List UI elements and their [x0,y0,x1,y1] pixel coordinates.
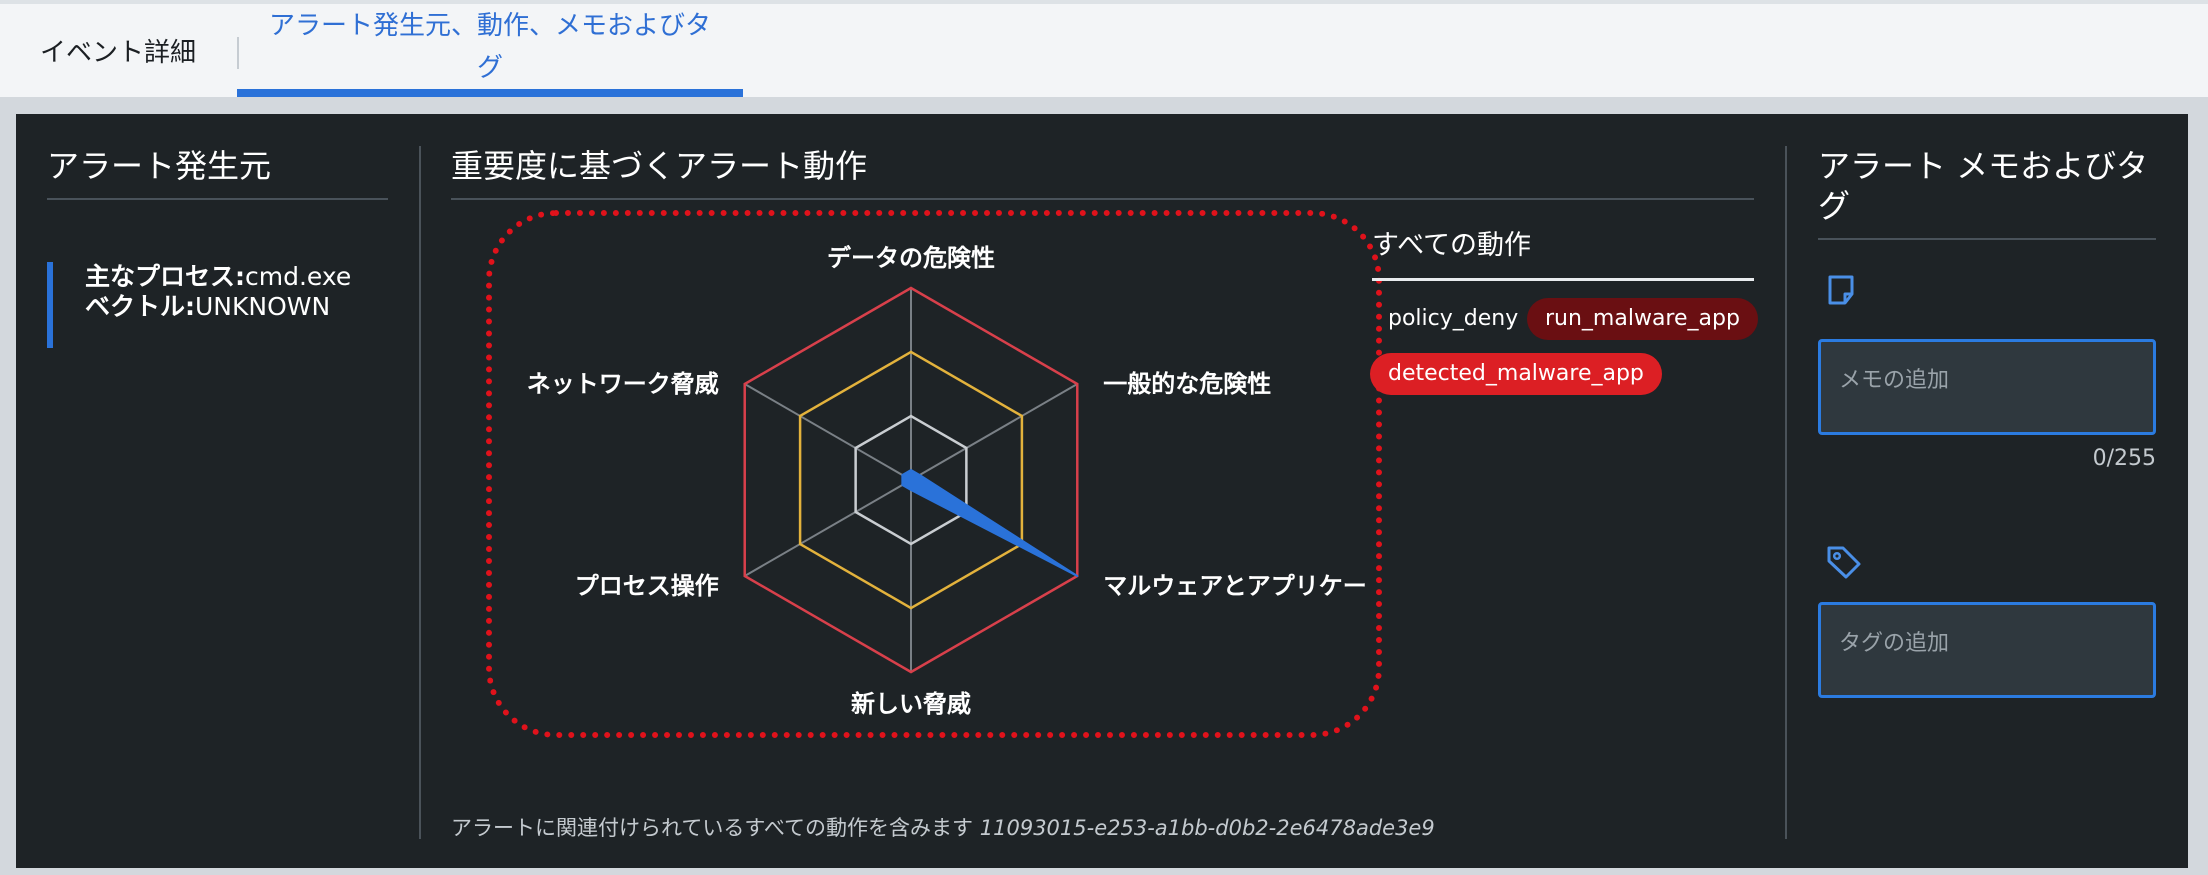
process-key: 主なプロセス: [85,262,245,291]
tab-event-details[interactable]: イベント詳細 [28,4,208,97]
alert-source-details: 主なプロセス:cmd.exe ベクトル:UNKNOWN [47,262,351,348]
tag-input[interactable] [1818,602,2156,698]
radar-axis-label: マルウェアとアプリケー [1103,572,1367,600]
alert-id: 11093015-e253-a1bb-d0b2-2e6478ade3e9 [979,816,1435,840]
tag-icon [1827,546,1861,579]
severity-radar-chart: データの危険性一般的な危険性マルウェアとアプリケー新しい脅威 プロセス操作 ネットワ… [527,244,1367,718]
radar-axis-label: 一般的な危険性 [1103,370,1271,398]
note-icon [1828,275,1854,305]
action-chip-run-malware-app[interactable]: run_malware_app [1527,298,1758,340]
vector-key: ベクトル: [85,292,195,321]
radar-spoke [744,479,912,577]
alert-source-title: アラート発生元 [47,147,272,185]
radar-data [901,469,1079,577]
radar-axis-label: データの危険性 [827,244,995,272]
all-actions-title: すべての動作 [1372,230,1532,261]
radar-labels: データの危険性一般的な危険性マルウェアとアプリケー新しい脅威 プロセス操作 ネットワ… [527,244,1367,718]
tab-alert-source-actions-notes-tags[interactable]: アラート発生元、動作、メモおよびタグ [237,4,743,97]
column-divider-left [419,146,421,839]
memo-input[interactable] [1818,339,2156,435]
radar-axis-label: 新しい脅威 [851,690,971,718]
radar-spoke [910,383,1078,481]
all-actions-rule [1372,278,1754,281]
radar-data-area [901,469,1079,577]
column-divider-right [1785,146,1787,839]
action-chip-policy-deny[interactable]: policy_deny [1374,298,1532,340]
memo-char-counter: 0/255 [2092,446,2156,471]
process-value: cmd.exe [245,262,352,291]
actions-footnote: アラートに関連付けられているすべての動作を含みます 11093015-e253-… [451,812,1435,842]
radar-axis-label: プロセス操作 [575,572,719,600]
memo-tags-title: アラート メモおよびタグ [1818,147,2149,225]
memo-tags-rule [1818,238,2156,240]
vector-value: UNKNOWN [195,292,331,321]
tab-bar: イベント詳細 アラート発生元、動作、メモおよびタグ [0,0,2208,97]
radar-spoke [744,383,912,481]
radar-axis-label: ネットワーク脅威 [527,370,719,398]
footnote-text: アラートに関連付けられているすべての動作を含みます [451,816,974,840]
action-chip-detected-malware-app[interactable]: detected_malware_app [1370,353,1662,395]
alert-source-rule [47,198,388,200]
